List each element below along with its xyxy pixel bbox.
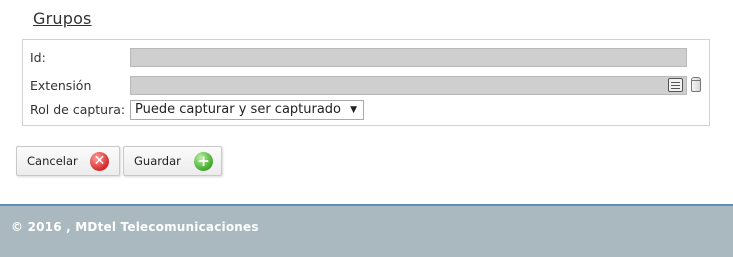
page: Grupos Id: Extensión Rol de captura: Pue… xyxy=(0,0,733,257)
save-button-label: Guardar xyxy=(134,154,181,168)
footer-copyright: © 2016 , MDtel Telecomunicaciones xyxy=(11,220,259,234)
cancel-button[interactable]: Cancelar ✕ xyxy=(16,146,120,176)
cancel-icon: ✕ xyxy=(90,152,109,171)
extension-field[interactable] xyxy=(130,76,687,95)
list-icon[interactable] xyxy=(668,78,683,92)
cancel-button-label: Cancelar xyxy=(27,154,78,168)
add-icon: + xyxy=(194,152,213,171)
rol-captura-value: Puede capturar y ser capturado xyxy=(135,102,342,117)
rol-captura-label: Rol de captura: xyxy=(30,102,126,117)
extension-label: Extensión xyxy=(30,78,92,93)
id-field[interactable] xyxy=(130,48,687,67)
group-form: Id: Extensión Rol de captura: Puede capt… xyxy=(22,39,710,126)
page-title: Grupos xyxy=(33,9,92,28)
id-label: Id: xyxy=(30,50,46,65)
save-button[interactable]: Guardar + xyxy=(123,146,222,176)
rol-captura-select[interactable]: Puede capturar y ser capturado ▼ xyxy=(130,100,364,120)
chevron-down-icon: ▼ xyxy=(350,105,357,115)
trash-icon[interactable] xyxy=(691,77,701,92)
footer: © 2016 , MDtel Telecomunicaciones xyxy=(0,206,733,257)
